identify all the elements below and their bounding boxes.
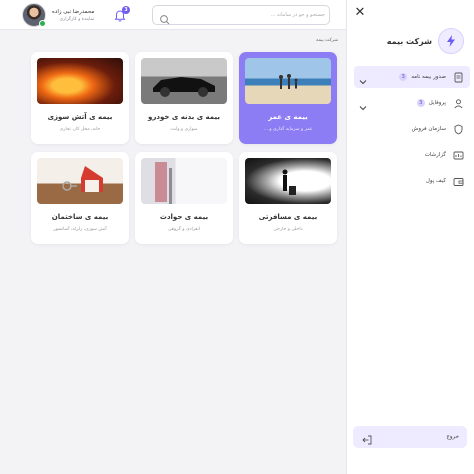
search-box[interactable]: [152, 5, 330, 25]
user-role: نماینده و کارگزاری: [59, 16, 95, 22]
close-icon[interactable]: ✕: [353, 6, 367, 20]
life-image: [245, 58, 331, 104]
shield-icon: [452, 123, 464, 135]
user-name: محمدرضا نبی زاده: [52, 8, 95, 15]
sidebar-item-reports[interactable]: گزارشات: [354, 144, 470, 166]
card-subtitle: خانه، محل کار، تجاری: [59, 127, 101, 132]
card-title: بیمه ی عمر: [268, 113, 308, 121]
insurance-card-fire[interactable]: بیمه ی آتش سوزی خانه، محل کار، تجاری: [31, 52, 129, 144]
sidebar-item-label: سازمان فروش: [411, 126, 446, 132]
fire-image: [37, 58, 123, 104]
policy-issue-icon: [452, 71, 464, 83]
insurance-card-building[interactable]: بیمه ی ساختمان آتش سوزی، زلزله، آسانسور: [31, 152, 129, 244]
brand: شرکت بیمه: [387, 28, 464, 54]
search-input[interactable]: [175, 9, 325, 21]
sidebar-item-profile[interactable]: پروفایل 3: [354, 92, 470, 114]
sidebar-item-wallet[interactable]: کیف پول: [354, 170, 470, 192]
sidebar-item-label: پروفایل: [428, 100, 446, 106]
sidebar-item-label: صدور بیمه نامه: [411, 74, 446, 80]
sidebar-item-policy-issue[interactable]: صدور بیمه نامه 3: [354, 66, 470, 88]
user-profile[interactable]: محمدرضا نبی زاده نماینده و کارگزاری: [22, 3, 94, 27]
building-image: [37, 158, 123, 204]
user-info: محمدرضا نبی زاده نماینده و کارگزاری: [52, 9, 94, 22]
insurance-card-travel[interactable]: بیمه ی مسافرتی داخلی و خارجی: [239, 152, 337, 244]
wallet-icon: [452, 175, 464, 187]
card-title: بیمه ی آتش سوزی: [47, 113, 113, 121]
chevron-down-icon[interactable]: [358, 98, 368, 111]
online-status-indicator: [39, 20, 46, 27]
sidebar-item-label: کیف پول: [425, 178, 446, 184]
section-title: شرکت بیمه: [316, 38, 338, 43]
accident-image: [141, 158, 227, 204]
sidebar-menu: صدور بیمه نامه 3 پروفایل 3 سازمان فروش گ…: [354, 66, 470, 196]
company-logo-icon: [438, 28, 464, 54]
logout-icon: [361, 431, 373, 445]
card-subtitle: انفرادی و گروهی: [168, 227, 200, 232]
insurance-card-life[interactable]: بیمه ی عمر عمر و سرمایه گذاری و ...: [239, 52, 337, 144]
sidebar-item-sales-org[interactable]: سازمان فروش: [354, 118, 470, 140]
card-subtitle: سواری و وانت: [170, 127, 198, 132]
user-icon: [452, 97, 464, 109]
travel-image: [245, 158, 331, 204]
card-title: بیمه ی بدنه ی خودرو: [148, 113, 220, 121]
top-bar: محمدرضا نبی زاده نماینده و کارگزاری 3: [0, 0, 346, 30]
car-image: [141, 58, 227, 104]
report-icon: [452, 149, 464, 161]
sidebar-item-badge: 3: [416, 99, 425, 107]
card-subtitle: داخلی و خارجی: [273, 227, 303, 232]
card-subtitle: آتش سوزی، زلزله، آسانسور: [53, 227, 107, 232]
company-name: شرکت بیمه: [386, 36, 432, 46]
card-title: بیمه ی حوادث: [159, 213, 209, 221]
insurance-card-car-body[interactable]: بیمه ی بدنه ی خودرو سواری و وانت: [135, 52, 233, 144]
sidebar: ✕ شرکت بیمه صدور بیمه نامه 3 پروفایل 3 س…: [346, 0, 474, 474]
chevron-down-icon[interactable]: [358, 72, 368, 85]
avatar[interactable]: [22, 3, 46, 27]
notification-bell-icon[interactable]: 3: [113, 6, 130, 22]
logout-button[interactable]: خروج: [353, 426, 467, 448]
search-icon: [159, 10, 170, 25]
logout-label: خروج: [446, 434, 459, 440]
notification-count-badge: 3: [122, 6, 130, 14]
insurance-card-accident[interactable]: بیمه ی حوادث انفرادی و گروهی: [135, 152, 233, 244]
sidebar-item-badge: 3: [399, 73, 408, 81]
card-title: بیمه ی مسافرتی: [258, 213, 318, 221]
card-title: بیمه ی ساختمان: [51, 213, 109, 221]
sidebar-item-label: گزارشات: [424, 152, 446, 158]
card-subtitle: عمر و سرمایه گذاری و ...: [263, 127, 313, 132]
